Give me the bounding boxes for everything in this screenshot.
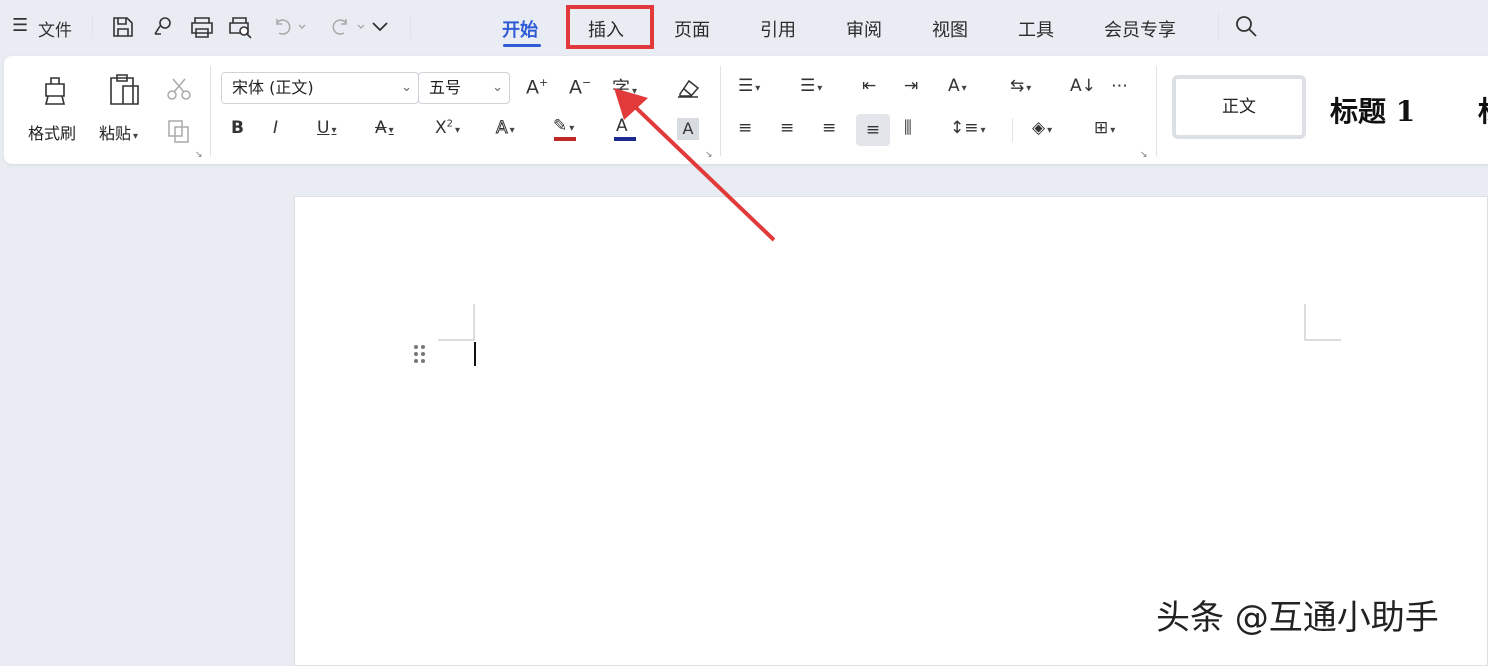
text-cursor (474, 342, 476, 366)
paste-label[interactable]: 粘贴 ▾ (99, 120, 138, 144)
strikethrough-icon[interactable]: A ▾ (375, 118, 394, 138)
print-icon[interactable] (189, 15, 215, 39)
tab-tools[interactable]: 工具 (1018, 16, 1054, 42)
chevron-down-icon: ⌄ (401, 80, 412, 95)
cut-icon[interactable] (166, 76, 192, 102)
justify-icon[interactable]: ≡ (856, 114, 890, 146)
clipboard-group-expand-icon[interactable]: ↘ (195, 150, 203, 160)
shading-fill-icon[interactable]: ◈ ▾ (1032, 118, 1052, 138)
chevron-down-icon: ⌄ (492, 80, 503, 95)
superscript-icon[interactable]: X2▾ (435, 118, 460, 138)
text-effect-icon[interactable]: A ▾ (496, 118, 515, 139)
arrow-annotation (614, 88, 776, 242)
distributed-align-icon[interactable]: ⫼ (904, 118, 912, 138)
insert-tab-highlight (566, 5, 654, 49)
copy-icon[interactable] (166, 118, 192, 144)
font-size-select[interactable]: 五号 ⌄ (418, 72, 510, 104)
show-marks-icon[interactable]: ⋯ (1111, 76, 1128, 96)
margin-corner-top-left (438, 304, 475, 341)
print-preview-icon[interactable] (228, 15, 254, 39)
format-painter-icon[interactable] (38, 74, 72, 108)
tab-view[interactable]: 视图 (932, 16, 968, 42)
format-painter-label[interactable]: 格式刷 (28, 120, 76, 144)
undo-icon[interactable] (271, 17, 307, 37)
align-right-icon[interactable]: ≡ (822, 118, 836, 138)
margin-corner-top-right (1304, 304, 1341, 341)
drag-handle-icon[interactable] (412, 343, 428, 367)
highlight-color-icon[interactable]: ✎ ▾ (553, 116, 574, 136)
chinese-layout-icon[interactable]: A ▾ (948, 76, 967, 96)
increase-indent-icon[interactable]: ⇥ (904, 76, 918, 96)
font-name-select[interactable]: 宋体 (正文) ⌄ (221, 72, 419, 104)
bold-icon[interactable]: B (231, 118, 244, 138)
tab-home[interactable]: 开始 (502, 16, 538, 42)
active-tab-indicator (503, 44, 541, 47)
line-spacing-icon[interactable]: ↕≡ ▾ (950, 118, 986, 138)
style-normal[interactable]: 正文 (1172, 75, 1306, 139)
file-menu[interactable]: 文件 (38, 16, 72, 41)
underline-icon[interactable]: U ▾ (317, 118, 336, 138)
tab-member[interactable]: 会员专享 (1104, 16, 1176, 42)
search-icon[interactable] (1234, 14, 1260, 40)
sort-icon[interactable]: A↓ (1070, 76, 1096, 96)
paste-icon[interactable] (106, 72, 142, 108)
chevron-down-icon[interactable] (370, 19, 390, 35)
highlight-color-swatch (554, 137, 576, 141)
style-heading2-partial[interactable]: 标 (1478, 90, 1488, 130)
style-heading1[interactable]: 标题 1 (1330, 90, 1415, 130)
title-toolbar: ☰ 文件 开始 插入 页面 引用 审阅 视图 工具 会员专享 (0, 0, 1488, 54)
tab-page[interactable]: 页面 (674, 16, 710, 42)
save-icon[interactable] (111, 15, 135, 39)
menu-icon[interactable]: ☰ (12, 15, 28, 36)
redo-icon[interactable] (330, 17, 366, 37)
italic-icon[interactable]: I (273, 118, 278, 138)
borders-icon[interactable]: ⊞ ▾ (1094, 118, 1115, 138)
watermark-text: 头条 @互通小助手 (1156, 598, 1439, 638)
numbered-list-icon[interactable]: ☰ ▾ (800, 76, 822, 96)
grow-font-icon[interactable]: A+ (526, 76, 548, 98)
shrink-font-icon[interactable]: A− (569, 76, 591, 98)
text-direction-icon[interactable]: ⇆ ▾ (1010, 76, 1031, 96)
paragraph-group-expand-icon[interactable]: ↘ (1140, 150, 1148, 160)
decrease-indent-icon[interactable]: ⇤ (862, 76, 876, 96)
share-icon[interactable] (151, 15, 175, 39)
tab-review[interactable]: 审阅 (846, 16, 882, 42)
tab-references[interactable]: 引用 (760, 16, 796, 42)
